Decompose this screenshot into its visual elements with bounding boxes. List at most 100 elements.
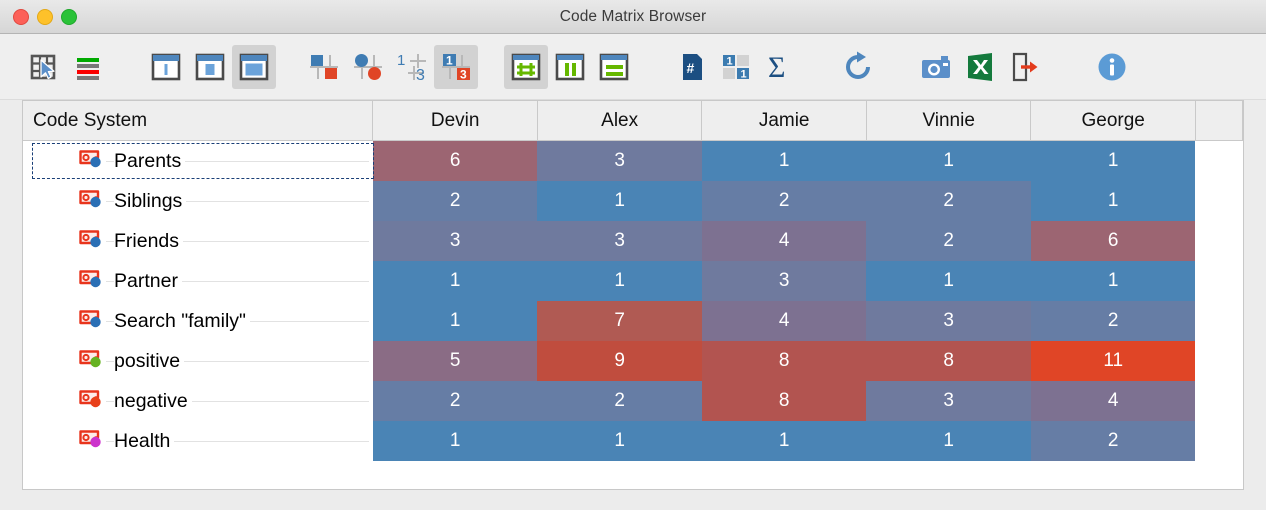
matrix-value: 9	[614, 350, 625, 371]
matrix-value: 2	[449, 190, 461, 211]
circle-symbol-icon[interactable]	[346, 45, 390, 89]
info-icon[interactable]	[1090, 45, 1134, 89]
code-row-label-cell[interactable]: Siblings	[23, 181, 373, 221]
matrix-value: 4	[1107, 390, 1119, 411]
column-header-spacer	[1195, 101, 1243, 141]
matrix-value-cell[interactable]: 8	[701, 341, 867, 381]
column-header-george[interactable]: George	[1030, 101, 1196, 141]
minimize-window-button[interactable]	[37, 8, 53, 25]
matrix-value-cell[interactable]: 1	[701, 421, 867, 461]
row-spacer-cell	[1195, 140, 1243, 181]
code-row-label: Partner	[114, 269, 182, 293]
matrix-value-cell[interactable]: 6	[372, 140, 538, 181]
table-row[interactable]: positive 5 9 8 8 11	[23, 341, 1243, 381]
matrix-value: 2	[1107, 430, 1119, 451]
matrix-value-cell[interactable]: 3	[537, 140, 702, 181]
code-row-label-cell[interactable]: positive	[23, 341, 373, 381]
matrix-value: 2	[943, 190, 954, 211]
matrix-value-cell[interactable]: 2	[1030, 421, 1196, 461]
legend-bars-icon[interactable]	[66, 45, 110, 89]
matrix-value-cell[interactable]: 2	[372, 381, 538, 421]
matrix-value-cell[interactable]: 1	[372, 421, 538, 461]
matrix-value-cell[interactable]: 5	[372, 341, 538, 381]
table-body: Parents 6 3 1 1 1 Siblings 2 1 2 2 1 Friends 3 3 4 2 6 Par…	[23, 140, 1243, 461]
column-header-devin[interactable]: Devin	[372, 101, 538, 141]
matrix-value-cell[interactable]: 2	[866, 181, 1031, 221]
table-row[interactable]: Partner 1 1 3 1 1	[23, 261, 1243, 301]
matrix-value-cell[interactable]: 1	[372, 301, 538, 341]
matrix-value-cell[interactable]: 2	[866, 221, 1031, 261]
matrix-value-cell[interactable]: 4	[1030, 381, 1196, 421]
code-row-label-cell[interactable]: Partner	[23, 261, 373, 301]
matrix-value-cell[interactable]: 1	[537, 421, 702, 461]
size-small-icon[interactable]	[144, 45, 188, 89]
number-symbol-icon[interactable]: 1 3	[390, 45, 434, 89]
matrix-value-cell[interactable]: 1	[866, 140, 1031, 181]
column-pattern-icon[interactable]	[548, 45, 592, 89]
document-count-icon[interactable]: #	[670, 45, 714, 89]
column-header-alex[interactable]: Alex	[537, 101, 703, 141]
matrix-value-cell[interactable]: 1	[1030, 261, 1196, 301]
binarize-icon[interactable]: 1 1	[714, 45, 758, 89]
column-header-vinnie[interactable]: Vinnie	[866, 101, 1032, 141]
code-row-label: Parents	[114, 149, 186, 173]
matrix-value-cell[interactable]: 1	[537, 261, 702, 301]
matrix-value-cell[interactable]: 1	[866, 261, 1031, 301]
matrix-value-cell[interactable]: 1	[1030, 140, 1196, 181]
matrix-value-cell[interactable]: 1	[372, 261, 538, 301]
code-row-label-cell[interactable]: Search "family"	[23, 301, 373, 341]
matrix-value-cell[interactable]: 1	[866, 421, 1031, 461]
matrix-value-cell[interactable]: 8	[866, 341, 1031, 381]
code-row-label-cell[interactable]: Health	[23, 421, 373, 461]
matrix-value-cell[interactable]: 3	[866, 301, 1031, 341]
matrix-value: 5	[449, 350, 461, 371]
grid-pattern-icon[interactable]	[504, 44, 548, 89]
table-row[interactable]: Search "family" 1 7 4 3 2	[23, 301, 1243, 341]
matrix-value-cell[interactable]: 8	[701, 381, 867, 421]
row-pattern-icon[interactable]	[592, 45, 636, 89]
matrix-value-cell[interactable]: 2	[701, 181, 867, 221]
matrix-value-cell[interactable]: 2	[537, 381, 702, 421]
code-row-label-cell[interactable]: Friends	[23, 221, 373, 261]
code-row-label-cell[interactable]: Parents	[23, 140, 374, 181]
matrix-value-cell[interactable]: 3	[537, 221, 702, 261]
matrix-value: 1	[943, 150, 954, 171]
size-medium-icon[interactable]	[188, 45, 232, 89]
number-in-square-icon[interactable]: 1 3	[434, 44, 478, 89]
code-row-label-cell[interactable]: negative	[23, 381, 373, 421]
matrix-value-cell[interactable]: 11	[1030, 341, 1196, 381]
table-row[interactable]: negative 2 2 8 3 4	[23, 381, 1243, 421]
matrix-value-cell[interactable]: 1	[701, 140, 867, 181]
table-row[interactable]: Friends 3 3 4 2 6	[23, 221, 1243, 261]
close-window-button[interactable]	[13, 8, 29, 25]
export-file-icon[interactable]	[1002, 45, 1046, 89]
matrix-value-cell[interactable]: 3	[372, 221, 538, 261]
camera-snapshot-icon[interactable]	[914, 45, 958, 89]
matrix-value-cell[interactable]: 1	[537, 181, 702, 221]
matrix-value-cell[interactable]: 4	[701, 221, 867, 261]
column-header-code-system[interactable]: Code System	[23, 101, 374, 141]
matrix-value-cell[interactable]: 1	[1030, 181, 1196, 221]
matrix-value: 8	[778, 390, 790, 411]
matrix-table-container[interactable]: Code System Devin Alex Jamie Vinnie Geor…	[22, 100, 1244, 490]
row-spacer-cell	[1195, 381, 1243, 421]
matrix-value-cell[interactable]: 3	[701, 261, 867, 301]
matrix-value-cell[interactable]: 2	[1030, 301, 1196, 341]
matrix-value-cell[interactable]: 4	[701, 301, 867, 341]
size-large-icon[interactable]	[232, 44, 276, 89]
matrix-value-cell[interactable]: 7	[537, 301, 702, 341]
matrix-value-cell[interactable]: 2	[372, 181, 538, 221]
refresh-icon[interactable]	[836, 45, 880, 89]
sum-sigma-icon[interactable]: Σ	[758, 45, 802, 89]
matrix-value-cell[interactable]: 3	[866, 381, 1031, 421]
select-matrix-icon[interactable]	[22, 45, 66, 89]
matrix-value-cell[interactable]: 6	[1030, 221, 1196, 261]
excel-export-icon[interactable]	[958, 45, 1002, 89]
matrix-value-cell[interactable]: 9	[537, 341, 702, 381]
square-symbol-icon[interactable]	[302, 45, 346, 89]
maximize-window-button[interactable]	[61, 8, 77, 25]
table-row[interactable]: Siblings 2 1 2 2 1	[23, 181, 1243, 221]
table-row[interactable]: Parents 6 3 1 1 1	[23, 140, 1243, 181]
column-header-jamie[interactable]: Jamie	[701, 101, 867, 141]
table-row[interactable]: Health 1 1 1 1 2	[23, 421, 1243, 461]
